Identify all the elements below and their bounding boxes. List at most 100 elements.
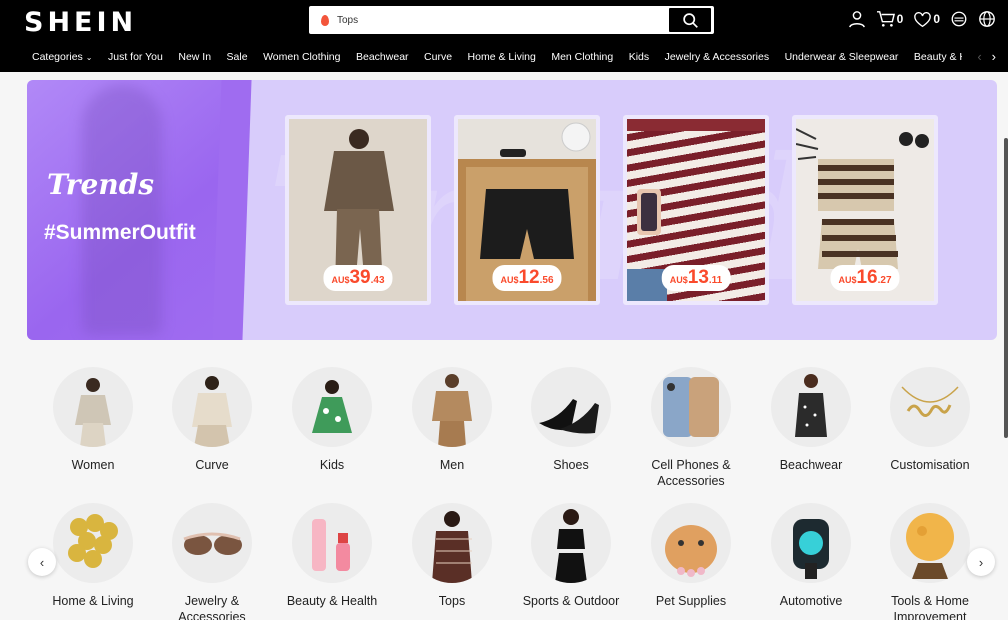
category-label: Women bbox=[71, 458, 115, 472]
trending-flame-icon bbox=[321, 14, 329, 26]
category-item[interactable]: Customisation bbox=[875, 367, 985, 473]
nav-link[interactable]: Sale bbox=[227, 51, 248, 63]
header: SHEIN Tops 0 0 Categories ⌄ Just for You Ne… bbox=[0, 0, 1008, 72]
category-label: Kids bbox=[319, 458, 345, 472]
nav-link[interactable]: Underwear & Sleepwear bbox=[785, 51, 899, 63]
product-card[interactable]: AU$ 39.43 bbox=[285, 115, 431, 305]
category-label: Tops bbox=[438, 594, 466, 608]
category-image bbox=[172, 503, 252, 583]
account-button[interactable] bbox=[848, 10, 866, 28]
search-button[interactable] bbox=[669, 8, 711, 32]
category-label: Cell Phones & Accessories bbox=[651, 458, 731, 488]
search-input[interactable]: Tops bbox=[337, 15, 669, 26]
category-image bbox=[771, 367, 851, 447]
cart-button[interactable]: 0 bbox=[876, 10, 904, 28]
globe-icon bbox=[979, 11, 995, 27]
category-nav: Categories ⌄ Just for You New In Sale Women C… bbox=[0, 46, 1008, 68]
chevron-left-icon: ‹ bbox=[39, 554, 45, 570]
category-item[interactable]: Cell Phones & Accessories bbox=[636, 367, 746, 489]
cart-icon bbox=[876, 11, 895, 27]
price-tag: AU$ 12.56 bbox=[492, 265, 562, 291]
category-image bbox=[412, 503, 492, 583]
category-image bbox=[172, 367, 252, 447]
category-label: Men bbox=[439, 458, 465, 472]
price-tag: AU$ 16.27 bbox=[830, 265, 900, 291]
category-item[interactable]: Sports & Outdoor bbox=[516, 503, 626, 609]
category-item[interactable]: Pet Supplies bbox=[636, 503, 746, 609]
nav-link[interactable]: Kids bbox=[629, 51, 649, 63]
category-image bbox=[531, 367, 611, 447]
category-label: Tools & Home Improvement bbox=[891, 594, 969, 620]
category-image bbox=[292, 367, 372, 447]
carousel-prev-button[interactable]: ‹ bbox=[28, 548, 56, 576]
category-image bbox=[651, 367, 731, 447]
category-image bbox=[53, 503, 133, 583]
category-image bbox=[531, 503, 611, 583]
category-image bbox=[53, 367, 133, 447]
chevron-down-icon: ⌄ bbox=[85, 52, 93, 62]
category-item[interactable]: Curve bbox=[157, 367, 267, 473]
nav-link[interactable]: Beauty & Hea bbox=[914, 51, 962, 63]
category-label: Shoes bbox=[553, 458, 589, 472]
category-item[interactable]: Men bbox=[397, 367, 507, 473]
category-label: Jewelry & Accessories bbox=[178, 594, 246, 620]
category-label: Sports & Outdoor bbox=[522, 594, 620, 608]
category-item[interactable]: Jewelry & Accessories bbox=[157, 503, 267, 620]
category-image bbox=[771, 503, 851, 583]
product-image: AU$ 39.43 bbox=[289, 119, 427, 301]
category-item[interactable]: Beachwear bbox=[756, 367, 866, 473]
category-image bbox=[292, 503, 372, 583]
support-icon bbox=[951, 11, 967, 27]
product-card[interactable]: AU$ 16.27 bbox=[792, 115, 938, 305]
category-image bbox=[412, 367, 492, 447]
nav-link[interactable]: Women Clothing bbox=[263, 51, 340, 63]
category-item[interactable]: Kids bbox=[277, 367, 387, 473]
categories-menu[interactable]: Categories ⌄ bbox=[32, 51, 92, 63]
category-label: Home & Living bbox=[52, 594, 134, 608]
carousel-next-button[interactable]: › bbox=[967, 548, 995, 576]
search-icon bbox=[682, 12, 698, 28]
category-image bbox=[890, 503, 970, 583]
category-label: Customisation bbox=[890, 458, 970, 472]
language-button[interactable] bbox=[978, 10, 996, 28]
category-item[interactable]: Beauty & Health bbox=[277, 503, 387, 609]
wishlist-button[interactable]: 0 bbox=[913, 11, 940, 28]
category-item[interactable]: Tops bbox=[397, 503, 507, 609]
category-item[interactable]: Women bbox=[38, 367, 148, 473]
category-label: Automotive bbox=[779, 594, 843, 608]
product-image: AU$ 13.11 bbox=[627, 119, 765, 301]
nav-link[interactable]: Just for You bbox=[108, 51, 163, 63]
banner-title: Trends bbox=[47, 168, 155, 201]
wishlist-count: 0 bbox=[933, 12, 940, 26]
banner-hashtag: #SummerOutfit bbox=[44, 221, 196, 244]
nav-next-icon[interactable]: › bbox=[992, 49, 996, 64]
logo[interactable]: SHEIN bbox=[24, 7, 137, 38]
user-icon bbox=[848, 11, 865, 28]
category-label: Pet Supplies bbox=[655, 594, 727, 608]
product-image: AU$ 12.56 bbox=[458, 119, 596, 301]
search-bar[interactable]: Tops bbox=[309, 6, 714, 34]
model-silhouette bbox=[82, 85, 162, 335]
nav-link[interactable]: Home & Living bbox=[468, 51, 536, 63]
chevron-right-icon: › bbox=[978, 554, 984, 570]
category-label: Beauty & Health bbox=[286, 594, 378, 608]
cart-count: 0 bbox=[896, 12, 904, 26]
category-label: Beachwear bbox=[779, 458, 843, 472]
nav-prev-icon[interactable]: ‹ bbox=[977, 49, 981, 64]
page-scrollbar[interactable] bbox=[1004, 138, 1008, 438]
trends-banner[interactable]: Trends Trends #SummerOutfit AU$39.43 bbox=[27, 80, 997, 340]
nav-link[interactable]: New In bbox=[178, 51, 211, 63]
category-item[interactable]: Shoes bbox=[516, 367, 626, 473]
category-image bbox=[890, 367, 970, 447]
category-item[interactable]: Automotive bbox=[756, 503, 866, 609]
nav-link[interactable]: Jewelry & Accessories bbox=[665, 51, 769, 63]
price-tag: AU$ 39.43 bbox=[323, 265, 393, 291]
nav-link[interactable]: Men Clothing bbox=[551, 51, 613, 63]
product-card[interactable]: AU$ 13.11 bbox=[623, 115, 769, 305]
heart-icon bbox=[914, 11, 932, 27]
support-button[interactable] bbox=[950, 10, 968, 28]
category-label: Curve bbox=[195, 458, 229, 472]
nav-link[interactable]: Beachwear bbox=[356, 51, 409, 63]
nav-link[interactable]: Curve bbox=[424, 51, 452, 63]
product-card[interactable]: AU$ 12.56 bbox=[454, 115, 600, 305]
